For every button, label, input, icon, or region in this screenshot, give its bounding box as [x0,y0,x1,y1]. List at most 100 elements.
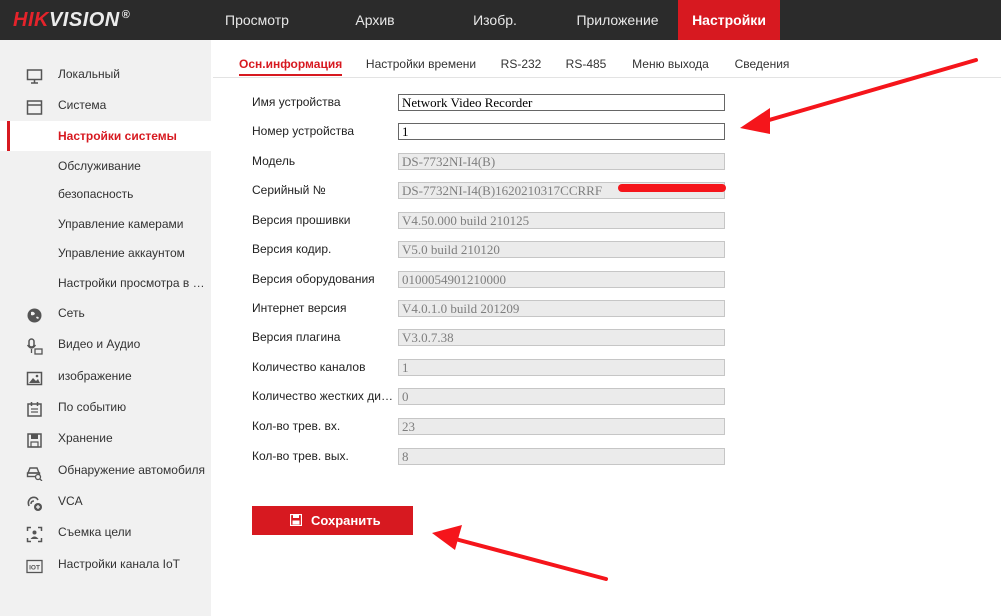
tab-menu-output[interactable]: Меню выхода [628,56,713,76]
alarm-output-count-label: Кол-во трев. вых. [252,449,349,463]
sidebar-item-label: Обнаружение автомобиля [58,463,206,477]
hikvision-logo: HIKVISION ® [13,9,130,32]
logo-text-hik: HIK [13,9,49,31]
event-calendar-icon [26,399,43,417]
sidebar-item-camera-management[interactable]: Управление камерами [0,209,211,239]
sidebar-item-iot-channel[interactable]: IOT Настройки канала IoT [0,549,211,579]
tab-basic-info[interactable]: Осн.информация [239,56,342,76]
system-icon [26,97,43,115]
iot-icon: IOT [26,556,43,574]
sidebar-item-target-capture[interactable]: Съемка цели [0,517,211,547]
sidebar-item-label: Управление камерами [58,217,184,231]
car-detection-icon [26,462,43,482]
alarm-input-count-field: 23 [398,418,725,435]
device-number-label: Номер устройства [252,124,355,138]
hardware-version-field: 0100054901210000 [398,271,725,288]
arrow-head-save-button [432,525,462,550]
sidebar-item-label: Локальный [58,67,120,81]
hdd-count-row: Количество жестких дисков 0 [252,386,732,408]
sidebar-item-maintenance[interactable]: Обслуживание [0,151,211,181]
save-button[interactable]: Сохранить [252,506,413,535]
nav-live-view[interactable]: Просмотр [211,0,303,40]
firmware-version-field: V4.50.000 build 210125 [398,212,725,229]
device-name-input[interactable]: Network Video Recorder [398,94,725,111]
serial-number-label: Серийный № [252,183,326,197]
sidebar-item-label: Система [58,98,107,112]
sidebar-item-label: VCA [58,494,83,508]
sidebar-item-label: Сеть [58,306,85,320]
sidebar-item-label: изображение [58,369,132,383]
channel-count-field: 1 [398,359,725,376]
firmware-version-row: Версия прошивки V4.50.000 build 210125 [252,210,732,232]
redaction-mark [618,184,726,192]
model-field: DS-7732NI-I4(B) [398,153,725,170]
sidebar-item-label: Настройки канала IoT [58,557,181,571]
nav-application[interactable]: Приложение [565,0,670,40]
model-label: Модель [252,154,296,168]
globe-icon [26,305,43,323]
device-number-input[interactable]: 1 [398,123,725,140]
save-button-label: Сохранить [311,513,381,528]
alarm-input-count-row: Кол-во трев. вх. 23 [252,416,732,438]
sidebar-item-event[interactable]: По событию [0,392,211,422]
encoding-version-label: Версия кодир. [252,242,332,256]
sidebar-item-live-view-settings[interactable]: Настройки просмотра в реальном времени [0,268,211,298]
sidebar-item-security[interactable]: безопасность [0,179,211,209]
web-version-row: Интернет версия V4.0.1.0 build 201209 [252,298,732,320]
registered-mark: ® [121,9,131,22]
sidebar-item-image[interactable]: изображение [0,361,211,391]
arrow-to-save-button [442,534,608,581]
tab-rs232[interactable]: RS-232 [497,56,545,76]
sidebar-item-account-management[interactable]: Управление аккаунтом [0,238,211,268]
sidebar-item-label: Видео и Аудио [58,337,141,351]
device-name-label: Имя устройства [252,95,341,109]
hardware-version-label: Версия оборудования [252,272,375,286]
sidebar-item-system-settings[interactable]: Настройки системы [0,121,211,151]
sidebar-item-system[interactable]: Система [0,90,211,120]
top-bar: HIKVISION ® Просмотр Архив Изобр. Приложе… [0,0,1001,40]
tab-divider [213,77,1001,78]
encoding-version-row: Версия кодир. V5.0 build 210120 [252,239,732,261]
storage-icon [26,430,43,448]
hdd-count-field: 0 [398,388,725,405]
sidebar: Локальный Система Настройки системы Обсл… [0,40,211,616]
encoding-version-field: V5.0 build 210120 [398,241,725,258]
nav-configuration[interactable]: Настройки [678,0,780,40]
sidebar-item-label: Съемка цели [58,525,132,539]
svg-text:IOT: IOT [29,565,40,572]
sidebar-item-label: безопасность [58,187,134,201]
model-row: Модель DS-7732NI-I4(B) [252,151,732,173]
hardware-version-row: Версия оборудования 0100054901210000 [252,269,732,291]
web-version-label: Интернет версия [252,301,347,315]
microphone-camera-icon [26,336,43,355]
alarm-output-count-row: Кол-во трев. вых. 8 [252,446,732,468]
device-name-row: Имя устройства Network Video Recorder [252,92,732,114]
logo-text-vision: VISION [48,9,120,31]
tab-rs485[interactable]: RS-485 [562,56,610,76]
target-capture-icon [26,524,43,543]
nav-playback[interactable]: Архив [335,0,415,40]
sidebar-item-video-audio[interactable]: Видео и Аудио [0,329,211,359]
vca-icon [26,493,43,511]
device-number-row: Номер устройства 1 [252,121,732,143]
sidebar-item-vca[interactable]: VCA [0,486,211,516]
sidebar-item-label: Хранение [58,431,113,445]
sidebar-item-vehicle-detection[interactable]: Обнаружение автомобиля [0,455,211,485]
plugin-version-field: V3.0.7.38 [398,329,725,346]
sidebar-item-network[interactable]: Сеть [0,298,211,328]
image-icon [26,368,43,386]
sidebar-item-label: Настройки просмотра в реальном времени [58,276,207,290]
tab-time-settings[interactable]: Настройки времени [363,56,479,76]
sidebar-item-label: Управление аккаунтом [58,246,185,260]
hdd-count-label: Количество жестких дисков [252,389,396,403]
sidebar-item-storage[interactable]: Хранение [0,423,211,453]
plugin-version-row: Версия плагина V3.0.7.38 [252,327,732,349]
monitor-icon [26,66,43,84]
sidebar-item-local[interactable]: Локальный [0,59,211,89]
arrow-head-device-number [740,108,770,134]
nav-picture[interactable]: Изобр. [456,0,534,40]
sidebar-item-label: Настройки системы [58,129,177,143]
firmware-version-label: Версия прошивки [252,213,351,227]
tab-about[interactable]: Сведения [731,56,793,76]
alarm-output-count-field: 8 [398,448,725,465]
